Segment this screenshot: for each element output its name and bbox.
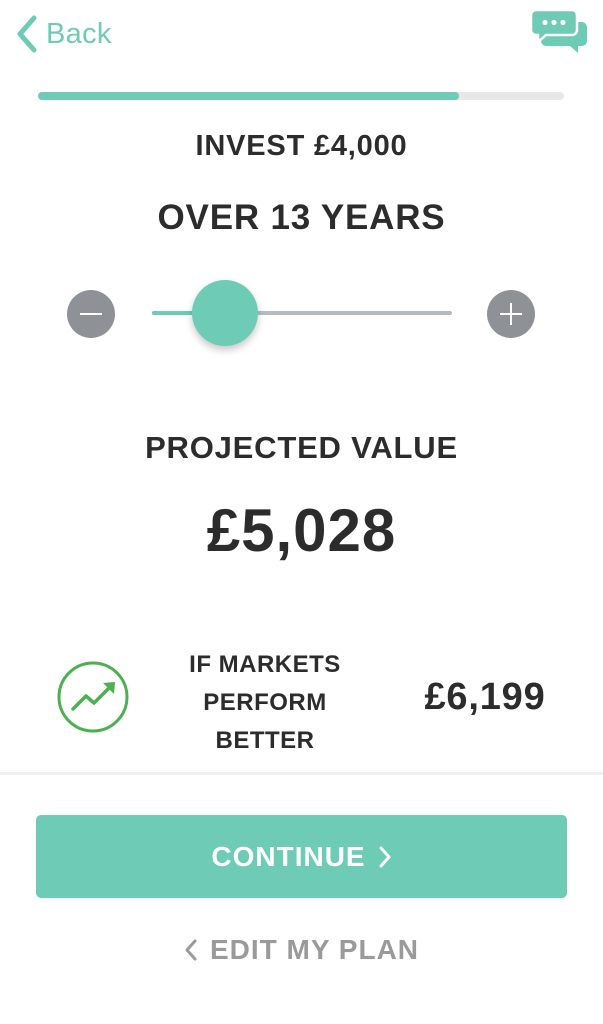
top-bar: Back (0, 0, 603, 80)
better-projected-value: £6,199 (424, 676, 546, 718)
increase-years-button[interactable] (487, 290, 535, 338)
markets-perform-better-label: IF MARKETS PERFORM BETTER (170, 646, 360, 760)
back-label: Back (46, 17, 112, 50)
chevron-right-icon (379, 846, 391, 867)
continue-button[interactable]: CONTINUE (36, 815, 567, 898)
trend-up-icon (57, 661, 129, 733)
better-label-line-3: BETTER (215, 727, 315, 754)
back-button[interactable]: Back (14, 10, 112, 58)
continue-label: CONTINUE (211, 840, 366, 872)
projected-value-label: PROJECTED VALUE (145, 430, 458, 465)
edit-plan-label: EDIT MY PLAN (209, 934, 420, 965)
investment-duration: OVER 13 YEARS (157, 198, 446, 237)
edit-plan-link[interactable]: EDIT MY PLAN (0, 925, 603, 975)
projected-value: £5,028 (206, 497, 397, 564)
progress-bar (38, 92, 564, 100)
chat-bubbles-icon (529, 8, 587, 53)
chat-button[interactable] (529, 8, 590, 54)
chevron-left-icon (17, 15, 37, 53)
minus-icon (80, 313, 102, 315)
plus-icon (500, 303, 522, 325)
better-label-line-1: IF MARKETS (189, 651, 341, 678)
section-divider (0, 772, 603, 775)
decrease-years-button[interactable] (67, 290, 115, 338)
years-slider[interactable] (152, 280, 452, 346)
chevron-left-icon (185, 939, 197, 961)
invest-amount: INVEST £4,000 (195, 130, 408, 162)
better-label-line-2: PERFORM (203, 689, 327, 716)
slider-thumb[interactable] (192, 280, 258, 346)
progress-bar-fill (38, 92, 459, 100)
